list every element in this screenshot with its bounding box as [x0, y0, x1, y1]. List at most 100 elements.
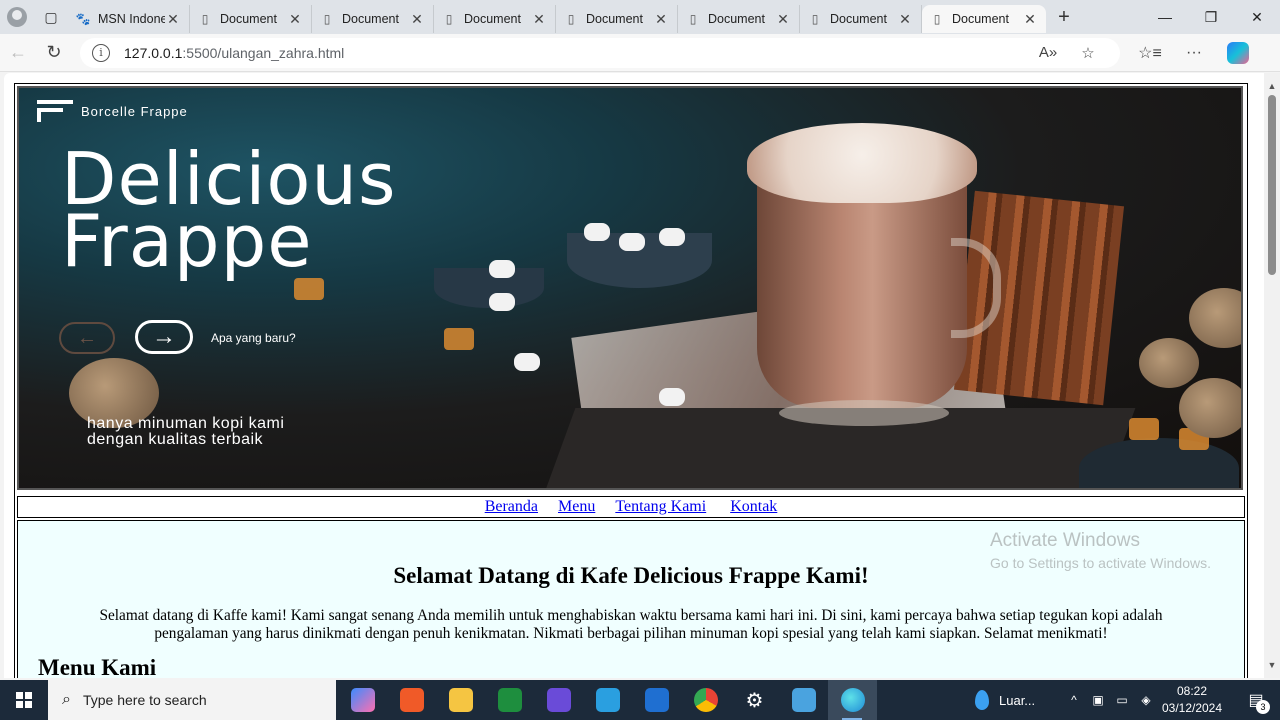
browser-tab-active[interactable]: ▯ Document ✕ — [922, 5, 1046, 33]
new-tab-button[interactable]: + — [1046, 0, 1082, 34]
volume-icon[interactable]: ◈ — [1134, 693, 1158, 707]
clock-date: 03/12/2024 — [1161, 701, 1223, 715]
scroll-up-icon[interactable]: ▲ — [1264, 78, 1280, 94]
whipped-cream — [747, 123, 977, 203]
browser-tab[interactable]: ▯ Document ✕ — [434, 5, 556, 33]
marshmallow — [514, 353, 540, 371]
document-icon: ▯ — [323, 12, 331, 26]
gear-icon: ⚙ — [745, 689, 764, 712]
document-icon: ▯ — [811, 12, 819, 26]
hero-tagline: hanya minuman kopi kami dengan kualitas … — [87, 416, 284, 448]
nav-link-menu[interactable]: Menu — [558, 498, 595, 516]
close-icon[interactable]: ✕ — [287, 11, 303, 28]
walnut — [1179, 378, 1241, 438]
windows-taskbar: ⌕ Type here to search ⚙ Luar... ^ ▣ ▭ ◈ … — [0, 680, 1280, 720]
notification-center[interactable]: ▤ 3 — [1236, 680, 1276, 720]
taskbar-office[interactable] — [387, 680, 436, 720]
close-icon[interactable]: ✕ — [531, 11, 547, 28]
tagline-line2: dengan kualitas terbaik — [87, 431, 264, 448]
browser-tab[interactable]: ▯ Document ✕ — [678, 5, 800, 33]
browser-tab[interactable]: 🐾 MSN Indonesia ✕ — [68, 5, 190, 33]
page-container: Borcelle Frappe Delicious Frappe ← → Apa… — [14, 83, 1248, 678]
scroll-thumb[interactable] — [1268, 95, 1276, 275]
hero-banner: Borcelle Frappe Delicious Frappe ← → Apa… — [17, 86, 1243, 490]
msn-icon: 🐾 — [75, 12, 91, 26]
address-bar[interactable]: i 127.0.0.1:5500/ulangan_zahra.html A» ☆ — [80, 37, 1120, 68]
taskbar-file-explorer[interactable] — [436, 680, 485, 720]
refresh-icon[interactable]: ↻ — [36, 37, 72, 69]
window-controls: — ❐ ✕ — [1142, 0, 1280, 34]
vertical-scrollbar[interactable]: ▲ ▼ — [1264, 73, 1280, 678]
network-icon[interactable]: ▭ — [1110, 693, 1134, 707]
document-icon: ▯ — [933, 12, 941, 26]
glass-base — [779, 400, 949, 426]
browser-tab[interactable]: ▯ Document ✕ — [190, 5, 312, 33]
document-icon: ▯ — [689, 12, 697, 26]
close-icon[interactable]: ✕ — [409, 11, 425, 28]
document-icon: ▯ — [201, 12, 209, 26]
close-icon[interactable]: ✕ — [653, 11, 669, 28]
tab-actions-icon[interactable]: ▢ — [34, 0, 68, 34]
close-icon[interactable]: ✕ — [897, 11, 913, 28]
taskbar-search[interactable]: ⌕ Type here to search — [48, 680, 336, 720]
tab-label: Document — [952, 12, 1009, 26]
sugar-cube — [1129, 418, 1159, 440]
copilot-app-icon — [350, 688, 375, 712]
marshmallow — [619, 233, 645, 251]
browser-tab[interactable]: ▯ Document ✕ — [312, 5, 434, 33]
control-panel-icon — [791, 688, 816, 712]
taskbar-settings[interactable]: ⚙ — [730, 680, 779, 720]
back-icon[interactable]: ← — [0, 37, 36, 69]
start-button[interactable] — [0, 680, 48, 720]
site-nav: Beranda Menu Tentang Kami Kontak — [17, 496, 1245, 518]
taskbar-visual-studio[interactable] — [534, 680, 583, 720]
avatar — [7, 7, 27, 27]
watermark-subtitle: Go to Settings to activate Windows. — [990, 555, 1211, 571]
brand-name: Borcelle Frappe — [81, 103, 188, 119]
read-aloud-icon[interactable]: A» — [1028, 44, 1068, 61]
restore-icon[interactable]: ❐ — [1188, 0, 1234, 34]
minimize-icon[interactable]: — — [1142, 0, 1188, 34]
close-icon[interactable]: ✕ — [1022, 11, 1038, 28]
tab-label: Document — [586, 12, 643, 26]
close-window-icon[interactable]: ✕ — [1234, 0, 1280, 34]
site-info-icon[interactable]: i — [92, 43, 110, 62]
scroll-down-icon[interactable]: ▼ — [1264, 657, 1280, 673]
taskbar-control-panel[interactable] — [779, 680, 828, 720]
close-icon[interactable]: ✕ — [775, 11, 791, 28]
taskbar-chrome[interactable] — [681, 680, 730, 720]
more-options-icon[interactable]: ··· — [1172, 37, 1216, 69]
favorites-icon[interactable]: ☆≡ — [1128, 37, 1172, 69]
search-icon: ⌕ — [62, 691, 71, 708]
weather-text: Luar... — [999, 692, 1036, 708]
copilot-button[interactable] — [1216, 37, 1260, 69]
whats-new-text: Apa yang baru? — [211, 331, 296, 345]
meet-now-icon[interactable]: ▣ — [1086, 693, 1110, 707]
tab-label: Document — [708, 12, 765, 26]
favorite-star-icon[interactable]: ☆ — [1068, 44, 1108, 62]
taskbar-excel[interactable] — [485, 680, 534, 720]
taskbar-paint[interactable] — [583, 680, 632, 720]
tagline-line1: hanya minuman kopi kami — [87, 415, 285, 432]
copilot-icon — [1227, 41, 1249, 64]
system-tray: ^ ▣ ▭ ◈ — [1062, 680, 1158, 720]
rain-drop-icon — [975, 690, 989, 710]
nav-link-beranda[interactable]: Beranda — [485, 498, 538, 516]
url-text[interactable]: 127.0.0.1:5500/ulangan_zahra.html — [124, 45, 1028, 61]
browser-tab[interactable]: ▯ Document ✕ — [800, 5, 922, 33]
arrow-left-icon: ← — [59, 322, 115, 354]
taskbar-copilot[interactable] — [338, 680, 387, 720]
chevron-up-icon[interactable]: ^ — [1062, 693, 1086, 707]
close-icon[interactable]: ✕ — [165, 11, 181, 28]
nav-link-tentang-kami[interactable]: Tentang Kami — [615, 498, 706, 516]
nav-link-kontak[interactable]: Kontak — [730, 498, 777, 516]
weather-widget[interactable]: Luar... — [975, 680, 1035, 720]
profile-button[interactable] — [0, 0, 34, 34]
edge-icon — [840, 688, 865, 712]
paint-icon — [595, 688, 620, 712]
taskbar-clock[interactable]: 08:22 03/12/2024 — [1160, 683, 1224, 717]
taskbar-vscode[interactable] — [632, 680, 681, 720]
taskbar-edge[interactable] — [828, 680, 877, 720]
windows-logo-icon — [16, 692, 32, 708]
browser-tab[interactable]: ▯ Document ✕ — [556, 5, 678, 33]
